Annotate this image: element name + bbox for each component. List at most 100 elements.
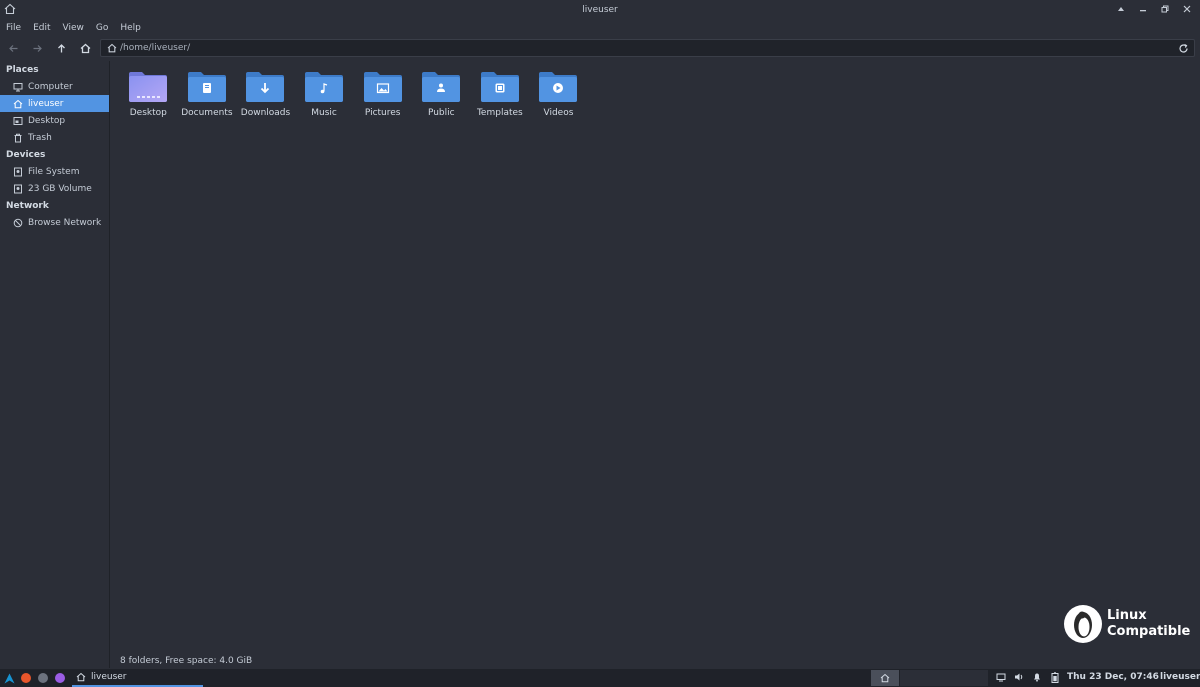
menu-help[interactable]: Help	[120, 23, 147, 33]
desktop-folder-icon	[129, 72, 168, 102]
forward-button[interactable]	[26, 38, 48, 58]
watermark-text: Linux Compatible	[1107, 608, 1190, 640]
triangle-up-icon	[1118, 7, 1124, 11]
notification-bell-icon[interactable]	[1032, 671, 1042, 683]
music-folder-icon	[305, 72, 344, 102]
folder-downloads[interactable]: Downloads	[236, 70, 295, 118]
sidebar-item-liveuser[interactable]: liveuser	[0, 95, 109, 112]
folder-public[interactable]: Public	[412, 70, 471, 118]
menu-go[interactable]: Go	[96, 23, 114, 33]
volume-icon[interactable]	[1014, 671, 1024, 683]
videos-folder-icon	[539, 72, 578, 102]
network-icon	[13, 218, 23, 228]
public-folder-icon	[422, 72, 461, 102]
menu-file[interactable]: File	[6, 23, 27, 33]
window-title: liveuser	[582, 4, 618, 15]
app-menu-button[interactable]	[1, 670, 17, 686]
documents-folder-icon	[187, 72, 226, 102]
firefox-icon[interactable]	[21, 673, 31, 683]
menu-edit[interactable]: Edit	[33, 23, 56, 33]
trash-icon	[13, 133, 23, 143]
folder-label: Downloads	[240, 108, 291, 118]
status-text: 8 folders, Free space: 4.0 GiB	[120, 656, 253, 666]
close-icon	[1183, 5, 1191, 13]
back-button[interactable]	[2, 38, 24, 58]
sidebar-item-computer[interactable]: Computer	[0, 78, 109, 95]
location-bar[interactable]: /home/liveuser/	[100, 39, 1195, 57]
folder-documents[interactable]: Documents	[178, 70, 237, 118]
sidebar-item-label: Browse Network	[28, 217, 102, 228]
restore-button[interactable]	[1158, 2, 1172, 16]
network-heading: Network	[6, 201, 49, 211]
workspace-1[interactable]	[871, 670, 899, 686]
drive-icon	[13, 184, 23, 194]
computer-icon	[13, 82, 23, 92]
home-icon	[76, 672, 86, 682]
arrow-up-icon	[57, 43, 65, 52]
templates-folder-icon	[480, 72, 519, 102]
drive-icon	[13, 167, 23, 177]
restore-icon	[1161, 5, 1169, 13]
window-controls	[1114, 2, 1194, 16]
folder-label: Pictures	[364, 108, 401, 118]
display-icon[interactable]	[996, 671, 1006, 683]
arrow-right-icon	[33, 44, 42, 52]
app-launcher-icon[interactable]	[55, 673, 65, 683]
shade-button[interactable]	[1136, 2, 1150, 16]
places-heading: Places	[6, 65, 39, 75]
menu-bar: File Edit View Go Help	[0, 19, 1200, 36]
sidebar-item-label: File System	[28, 166, 80, 177]
sidebar-item-desktop[interactable]: Desktop	[0, 112, 109, 129]
minimize-button[interactable]	[1114, 2, 1128, 16]
settings-icon[interactable]	[38, 673, 48, 683]
folder-label: Templates	[476, 108, 523, 118]
folder-videos[interactable]: Videos	[529, 70, 588, 118]
folder-label: Videos	[543, 108, 574, 118]
battery-icon[interactable]	[1050, 671, 1060, 683]
sidebar-item-label: 23 GB Volume	[28, 183, 92, 194]
arrow-left-icon	[8, 44, 17, 52]
home-icon	[107, 43, 117, 53]
sidebar-item-label: Trash	[28, 132, 52, 143]
clock[interactable]: Thu 23 Dec, 07:46	[1067, 672, 1159, 682]
sidebar-item-file-system[interactable]: File System	[0, 163, 109, 180]
minimize-icon	[1140, 10, 1146, 12]
folder-music[interactable]: Music	[295, 70, 354, 118]
sidebar-item-label: Desktop	[28, 115, 66, 126]
toolbar: /home/liveuser/	[0, 37, 1200, 59]
sidebar: Places Computer liveuser Desktop Trash D…	[0, 61, 110, 668]
close-button[interactable]	[1180, 2, 1194, 16]
watermark-line2: Compatible	[1107, 624, 1191, 639]
sidebar-item-label: liveuser	[28, 98, 64, 109]
task-label: liveuser	[91, 672, 127, 682]
sidebar-item-label: Computer	[28, 81, 73, 92]
downloads-folder-icon	[246, 72, 285, 102]
folder-pictures[interactable]: Pictures	[353, 70, 412, 118]
taskbar: liveuser Thu 23 Dec, 07:46 liveuser	[0, 669, 1200, 687]
system-tray	[996, 671, 1060, 683]
desktop-icon	[13, 116, 23, 126]
task-liveuser[interactable]: liveuser	[72, 669, 203, 687]
penguin-logo-icon	[1064, 605, 1102, 643]
user-name[interactable]: liveuser	[1160, 672, 1200, 682]
home-button[interactable]	[74, 38, 96, 58]
up-button[interactable]	[50, 38, 72, 58]
workspace-2[interactable]	[900, 670, 988, 686]
home-icon	[80, 43, 90, 53]
sidebar-item-trash[interactable]: Trash	[0, 129, 109, 146]
location-path[interactable]: /home/liveuser/	[120, 43, 190, 53]
file-view[interactable]: Desktop Documents Downloads Music Pictur…	[111, 61, 1200, 653]
status-bar: 8 folders, Free space: 4.0 GiB	[111, 654, 1200, 668]
home-icon	[4, 3, 16, 15]
folder-desktop[interactable]: Desktop	[119, 70, 178, 118]
pictures-folder-icon	[363, 72, 402, 102]
folder-label: Public	[427, 108, 455, 118]
arch-logo-icon	[4, 673, 14, 683]
folder-grid: Desktop Documents Downloads Music Pictur…	[119, 70, 588, 118]
sidebar-item-browse-network[interactable]: Browse Network	[0, 214, 109, 231]
folder-templates[interactable]: Templates	[471, 70, 530, 118]
menu-view[interactable]: View	[63, 23, 90, 33]
sidebar-item-volume[interactable]: 23 GB Volume	[0, 180, 109, 197]
reload-icon[interactable]	[1178, 43, 1189, 54]
home-icon	[13, 99, 23, 109]
